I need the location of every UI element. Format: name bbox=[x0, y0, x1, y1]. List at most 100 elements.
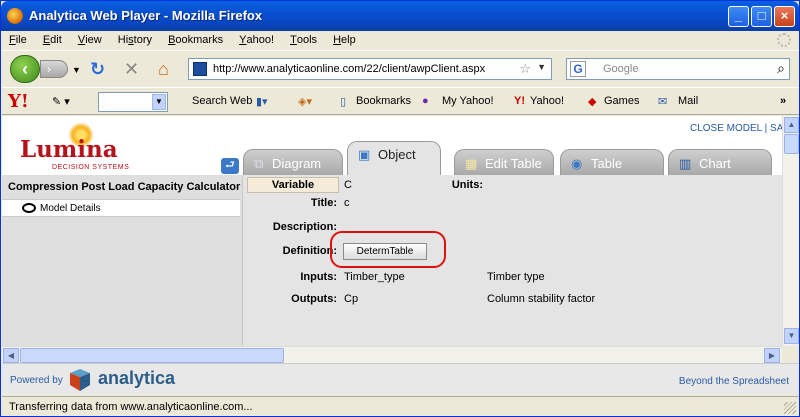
google-engine-icon[interactable]: G bbox=[570, 61, 586, 77]
object-icon: ▣ bbox=[358, 147, 371, 162]
chart-icon: ▥ bbox=[679, 156, 692, 171]
throbber-icon bbox=[777, 33, 791, 47]
diagram-icon: ⧉ bbox=[254, 156, 264, 171]
vertical-scroll-thumb[interactable] bbox=[784, 134, 799, 154]
reload-icon[interactable]: ↻ bbox=[90, 59, 105, 79]
scroll-left-icon[interactable]: ◀ bbox=[3, 348, 19, 363]
close-model-link[interactable]: CLOSE MODEL | SAV bbox=[690, 123, 789, 134]
vertical-scrollbar[interactable]: ▲ ▼ bbox=[782, 116, 799, 346]
search-icon[interactable]: ⌕ bbox=[777, 60, 785, 77]
search-box[interactable]: G Google ⌕ bbox=[566, 58, 790, 80]
back-button[interactable]: ‹ bbox=[10, 55, 40, 83]
yahoo-logo-icon[interactable]: Y! bbox=[8, 91, 29, 112]
minimize-button[interactable]: _ bbox=[728, 6, 749, 27]
sidebar-item-model-details[interactable]: Model Details bbox=[2, 199, 240, 217]
home-icon[interactable]: ⌂ bbox=[158, 59, 169, 79]
bookmark-star-icon[interactable]: ☆ bbox=[519, 61, 531, 77]
units-label: Units: bbox=[451, 179, 483, 191]
page-footer: Powered by analytica Beyond the Spreadsh… bbox=[2, 363, 799, 395]
status-bar: Transferring data from www.analyticaonli… bbox=[2, 396, 799, 416]
scroll-right-icon[interactable]: ▶ bbox=[764, 348, 780, 363]
powered-by-text: Powered by bbox=[10, 375, 63, 386]
maximize-button[interactable]: □ bbox=[751, 6, 772, 27]
description-label: Description: bbox=[272, 221, 337, 233]
resize-grip-icon[interactable] bbox=[784, 402, 796, 414]
analytica-brand: analytica bbox=[98, 368, 176, 388]
tab-chart[interactable]: ▥ Chart bbox=[668, 149, 772, 175]
menu-tools[interactable]: Tools bbox=[283, 31, 323, 46]
scroll-up-icon[interactable]: ▲ bbox=[784, 117, 799, 133]
tab-edit-table[interactable]: ▦ Edit Table bbox=[454, 149, 554, 175]
pencil-icon[interactable]: ✎ ▾ bbox=[52, 95, 70, 108]
highlight-icon[interactable]: ▮▾ bbox=[256, 95, 268, 108]
input-identifier[interactable]: Timber_type bbox=[344, 271, 405, 283]
menu-help[interactable]: Help bbox=[326, 31, 362, 46]
output-identifier[interactable]: Cp bbox=[344, 293, 358, 305]
yahoo-search-input[interactable]: ▼ bbox=[98, 92, 168, 112]
browser-window: Analytica Web Player - Mozilla Firefox _… bbox=[0, 0, 800, 417]
scroll-down-icon[interactable]: ▼ bbox=[784, 328, 799, 344]
games-icon: ◆ bbox=[588, 96, 597, 108]
menu-bar: File Edit View History Bookmarks Yahoo! … bbox=[2, 31, 799, 50]
url-bar[interactable]: http://www.analyticaonline.com/22/client… bbox=[188, 58, 552, 80]
horizontal-scroll-thumb[interactable] bbox=[20, 348, 284, 363]
definition-label: Definition: bbox=[282, 245, 337, 257]
horizontal-scrollbar[interactable]: ◀ ▶ bbox=[2, 346, 782, 363]
forward-button[interactable]: › bbox=[40, 60, 68, 78]
menu-yahoo[interactable]: Yahoo! bbox=[232, 31, 280, 46]
yahoo-button[interactable]: Yahoo! bbox=[530, 95, 564, 107]
menu-bookmarks[interactable]: Bookmarks bbox=[161, 31, 229, 46]
toolbar-overflow-button[interactable]: » bbox=[780, 95, 786, 107]
analytica-logo-icon bbox=[70, 369, 90, 391]
input-title: Timber type bbox=[487, 271, 545, 283]
page-content: Lumina DECISION SYSTEMS ⮐ CLOSE MODEL | … bbox=[2, 116, 789, 346]
model-title: Compression Post Load Capacity Calculato… bbox=[8, 181, 241, 193]
outputs-label: Outputs: bbox=[291, 293, 337, 305]
back-icon: ‹ bbox=[22, 59, 28, 79]
bookmarks-icon: ▯ bbox=[340, 96, 347, 108]
yahoo-bookmarks-button[interactable]: Bookmarks bbox=[356, 95, 411, 107]
menu-view[interactable]: View bbox=[71, 31, 108, 46]
navigation-toolbar: ‹ › ▼ ↻ ✕ ⌂ http://www.analyticaonline.c… bbox=[2, 50, 799, 86]
pop-up-icon[interactable]: ◈▾ bbox=[298, 95, 312, 108]
object-class-badge: Variable bbox=[247, 177, 339, 193]
title-value: c bbox=[344, 197, 350, 209]
search-placeholder: Google bbox=[603, 63, 639, 75]
object-panel: Variable C Units: Title: c Description: … bbox=[242, 175, 782, 346]
menu-file[interactable]: File bbox=[2, 31, 33, 46]
yahoo-small-icon: Y! bbox=[514, 95, 525, 107]
scrollbar-corner bbox=[782, 346, 799, 363]
module-oval-icon bbox=[22, 203, 36, 213]
forward-icon: › bbox=[47, 62, 51, 76]
yahoo-search-web-button[interactable]: Search Web bbox=[192, 95, 252, 107]
my-yahoo-button[interactable]: My Yahoo! bbox=[442, 95, 494, 107]
stop-icon[interactable]: ✕ bbox=[124, 59, 139, 79]
output-title: Column stability factor bbox=[487, 293, 596, 305]
model-sidebar: Compression Post Load Capacity Calculato… bbox=[2, 175, 242, 346]
tab-diagram[interactable]: ⧉ Diagram bbox=[243, 149, 343, 175]
menu-edit[interactable]: Edit bbox=[36, 31, 68, 46]
edit-table-icon: ▦ bbox=[465, 156, 478, 171]
tagline: Beyond the Spreadsheet bbox=[678, 376, 789, 387]
yahoo-search-dropdown-icon[interactable]: ▼ bbox=[152, 94, 166, 110]
history-dropdown-icon[interactable]: ▼ bbox=[72, 60, 81, 80]
close-window-button[interactable]: × bbox=[774, 6, 795, 27]
url-dropdown-icon[interactable]: ▼ bbox=[537, 62, 546, 72]
mail-button[interactable]: Mail bbox=[678, 95, 698, 107]
logo-word: Lumina bbox=[20, 136, 118, 163]
inputs-label: Inputs: bbox=[300, 271, 337, 283]
games-button[interactable]: Games bbox=[604, 95, 639, 107]
menu-history[interactable]: History bbox=[111, 31, 158, 46]
sidebar-item-label: Model Details bbox=[40, 203, 101, 214]
window-title: Analytica Web Player - Mozilla Firefox bbox=[29, 8, 263, 23]
firefox-icon bbox=[7, 8, 23, 24]
tab-table[interactable]: ◉ Table bbox=[560, 149, 664, 175]
site-favicon bbox=[193, 62, 207, 76]
collapse-panel-icon[interactable]: ⮐ bbox=[221, 158, 239, 174]
status-text: Transferring data from www.analyticaonli… bbox=[9, 401, 253, 413]
table-icon: ◉ bbox=[571, 156, 583, 171]
object-identifier: C bbox=[344, 179, 352, 191]
highlight-annotation bbox=[330, 231, 446, 268]
my-yahoo-icon: ● bbox=[422, 95, 429, 107]
tab-object[interactable]: ▣ Object bbox=[347, 141, 441, 175]
